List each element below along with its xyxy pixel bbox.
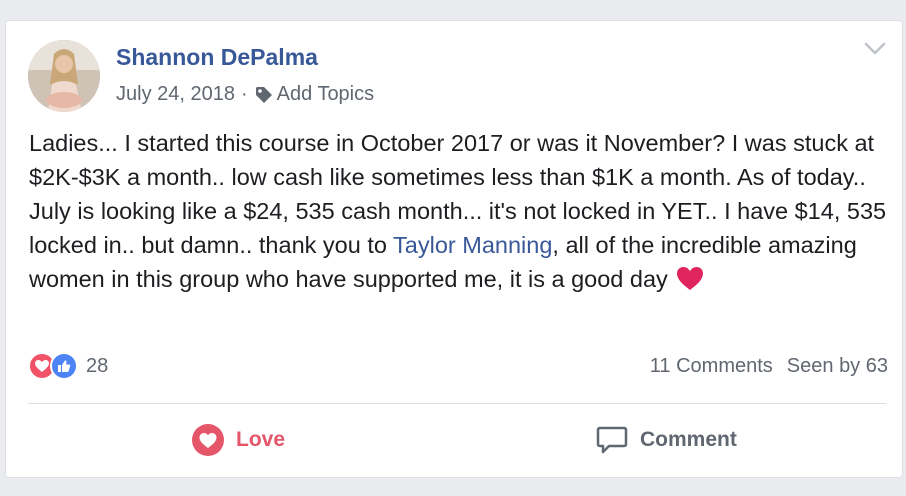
like-icon (50, 352, 78, 380)
seen-by-link[interactable]: Seen by 63 (787, 355, 888, 378)
tag-icon (255, 86, 272, 103)
comment-button-label: Comment (640, 428, 737, 451)
post-body: Ladies... I started this course in Octob… (29, 126, 889, 296)
add-topics-link[interactable]: Add Topics (277, 83, 374, 106)
post-stats: 11 Comments Seen by 63 (650, 355, 888, 378)
author-avatar[interactable] (28, 40, 100, 112)
comment-icon (596, 426, 628, 454)
meta-separator: · (240, 83, 248, 105)
reaction-count[interactable]: 28 (86, 355, 108, 378)
love-reaction-icon (192, 424, 224, 456)
love-button-label: Love (236, 428, 286, 451)
reactions-summary[interactable]: 28 (28, 352, 108, 380)
actions-divider (28, 403, 886, 404)
love-button[interactable]: Love (192, 422, 285, 458)
author-name[interactable]: Shannon DePalma (116, 44, 318, 71)
comment-button[interactable]: Comment (596, 422, 737, 458)
comments-count-link[interactable]: 11 Comments (650, 355, 773, 378)
heart-emoji-icon (677, 267, 704, 290)
chevron-down-icon[interactable] (864, 42, 886, 56)
post-meta: July 24, 2018 · Add Topics (116, 83, 374, 106)
mention-link[interactable]: Taylor Manning (393, 232, 552, 258)
post-date[interactable]: July 24, 2018 (116, 83, 235, 106)
